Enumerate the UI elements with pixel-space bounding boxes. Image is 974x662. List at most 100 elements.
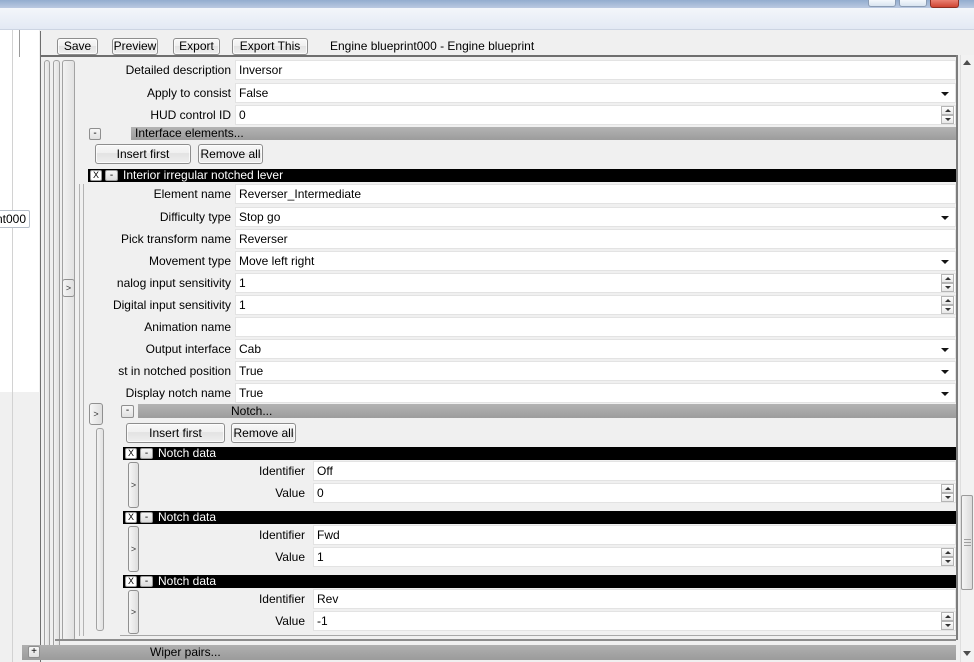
field-label: Value <box>275 547 305 567</box>
window-chrome-strip <box>0 8 974 30</box>
field-label: Identifier <box>259 589 305 609</box>
chevron-right-icon: > <box>131 480 136 490</box>
field-label: Pick transform name <box>121 229 231 249</box>
dropdown-arrow-icon[interactable] <box>941 370 949 374</box>
section-title: Interface elements... <box>135 127 244 140</box>
delete-element-button[interactable]: X <box>125 448 137 459</box>
collapse-element-button[interactable]: - <box>140 576 153 587</box>
insert-first-button[interactable]: Insert first <box>126 423 225 443</box>
collapse-element-button[interactable]: - <box>140 512 153 523</box>
spin-up-button[interactable] <box>941 484 954 493</box>
field-label: Identifier <box>259 461 305 481</box>
arrow-up-icon <box>945 487 951 490</box>
value-stepper[interactable]: 1 <box>313 547 956 567</box>
vertical-scrollbar-thumb[interactable] <box>961 495 973 590</box>
scroll-up-arrow-icon[interactable] <box>963 60 971 65</box>
minimize-button[interactable] <box>868 0 896 7</box>
expander-button[interactable]: > <box>128 590 139 634</box>
chevron-right-icon: > <box>93 409 98 419</box>
spin-down-button[interactable] <box>941 493 954 502</box>
close-button[interactable] <box>930 0 959 8</box>
delete-element-button[interactable]: X <box>125 576 137 587</box>
arrow-down-icon <box>945 624 951 627</box>
delete-element-button[interactable]: X <box>125 512 137 523</box>
expander-button[interactable]: > <box>128 526 139 572</box>
analog-input-sensitivity-stepper[interactable]: 1 <box>235 273 956 293</box>
spin-down-button[interactable] <box>941 115 954 124</box>
export-button[interactable]: Export <box>173 38 220 55</box>
tree-item-blueprint[interactable]: nt000 <box>0 210 30 228</box>
spin-down-button[interactable] <box>941 283 954 292</box>
export-this-button[interactable]: Export This <box>232 38 308 55</box>
maximize-button[interactable] <box>899 0 927 7</box>
panel-bottom-line <box>55 639 956 641</box>
field-value: -1 <box>317 614 328 628</box>
expand-button[interactable]: + <box>28 646 40 658</box>
collapse-button[interactable]: - <box>89 128 101 140</box>
section-header-interface-elements: Interface elements... <box>131 127 956 140</box>
spin-down-button[interactable] <box>941 557 954 566</box>
expander-button[interactable]: > <box>128 462 139 508</box>
dropdown-arrow-icon[interactable] <box>941 348 949 352</box>
insert-first-button[interactable]: Insert first <box>95 144 191 164</box>
spin-down-button[interactable] <box>941 621 954 630</box>
spin-up-button[interactable] <box>941 274 954 283</box>
preview-button[interactable]: Preview <box>112 38 158 55</box>
element-header-notch-data: X - Notch data <box>123 511 956 524</box>
x-icon: X <box>93 170 99 180</box>
group-border-line <box>79 184 80 636</box>
field-value: Off <box>317 464 333 478</box>
expander-button[interactable]: > <box>89 403 103 425</box>
collapse-element-button[interactable]: - <box>105 170 118 181</box>
section-header-notch: Notch... <box>138 404 956 418</box>
pick-transform-name-input[interactable]: Reverser <box>235 229 956 249</box>
section-title: Wiper pairs... <box>150 645 221 660</box>
field-value: True <box>239 364 263 378</box>
collapse-element-button[interactable]: - <box>140 448 153 459</box>
minus-icon: - <box>110 170 113 181</box>
scroll-down-arrow-icon[interactable] <box>963 651 971 656</box>
animation-name-input[interactable] <box>235 317 956 337</box>
delete-element-button[interactable]: X <box>90 170 102 181</box>
field-label: Value <box>275 611 305 631</box>
rest-in-notched-position-dropdown[interactable]: True <box>235 361 956 381</box>
element-name-input[interactable]: Reverser_Intermediate <box>235 184 956 204</box>
spin-up-button[interactable] <box>941 548 954 557</box>
section-header-wiper-pairs: Wiper pairs... <box>22 645 956 660</box>
spinner <box>941 106 954 124</box>
dropdown-arrow-icon[interactable] <box>941 92 949 96</box>
field-value: Inversor <box>239 63 282 77</box>
expander-button[interactable]: > <box>62 279 75 297</box>
spinner <box>941 296 954 314</box>
detailed-description-input[interactable]: Inversor <box>235 60 956 80</box>
apply-to-consist-dropdown[interactable]: False <box>235 83 956 103</box>
value-stepper[interactable]: -1 <box>313 611 956 631</box>
arrow-down-icon <box>945 496 951 499</box>
dropdown-arrow-icon[interactable] <box>941 392 949 396</box>
value-stepper[interactable]: 0 <box>313 483 956 503</box>
field-value: Cab <box>239 342 261 356</box>
dropdown-arrow-icon[interactable] <box>941 216 949 220</box>
movement-type-dropdown[interactable]: Move left right <box>235 251 956 271</box>
difficulty-type-dropdown[interactable]: Stop go <box>235 207 956 227</box>
identifier-input[interactable]: Off <box>313 461 956 481</box>
field-value: 0 <box>239 108 246 122</box>
spin-up-button[interactable] <box>941 296 954 305</box>
spin-down-button[interactable] <box>941 305 954 314</box>
display-notch-name-dropdown[interactable]: True <box>235 383 956 403</box>
remove-all-button[interactable]: Remove all <box>231 423 296 443</box>
spin-up-button[interactable] <box>941 106 954 115</box>
save-button[interactable]: Save <box>57 38 98 55</box>
digital-input-sensitivity-stepper[interactable]: 1 <box>235 295 956 315</box>
remove-all-button[interactable]: Remove all <box>198 144 263 164</box>
output-interface-dropdown[interactable]: Cab <box>235 339 956 359</box>
arrow-down-icon <box>945 286 951 289</box>
hud-control-id-stepper[interactable]: 0 <box>235 105 956 125</box>
identifier-input[interactable]: Rev <box>313 589 956 609</box>
identifier-input[interactable]: Fwd <box>313 525 956 545</box>
field-label: Output interface <box>146 339 231 359</box>
collapse-button[interactable]: - <box>121 405 134 418</box>
dropdown-arrow-icon[interactable] <box>941 260 949 264</box>
field-value: Move left right <box>239 254 314 268</box>
spin-up-button[interactable] <box>941 612 954 621</box>
